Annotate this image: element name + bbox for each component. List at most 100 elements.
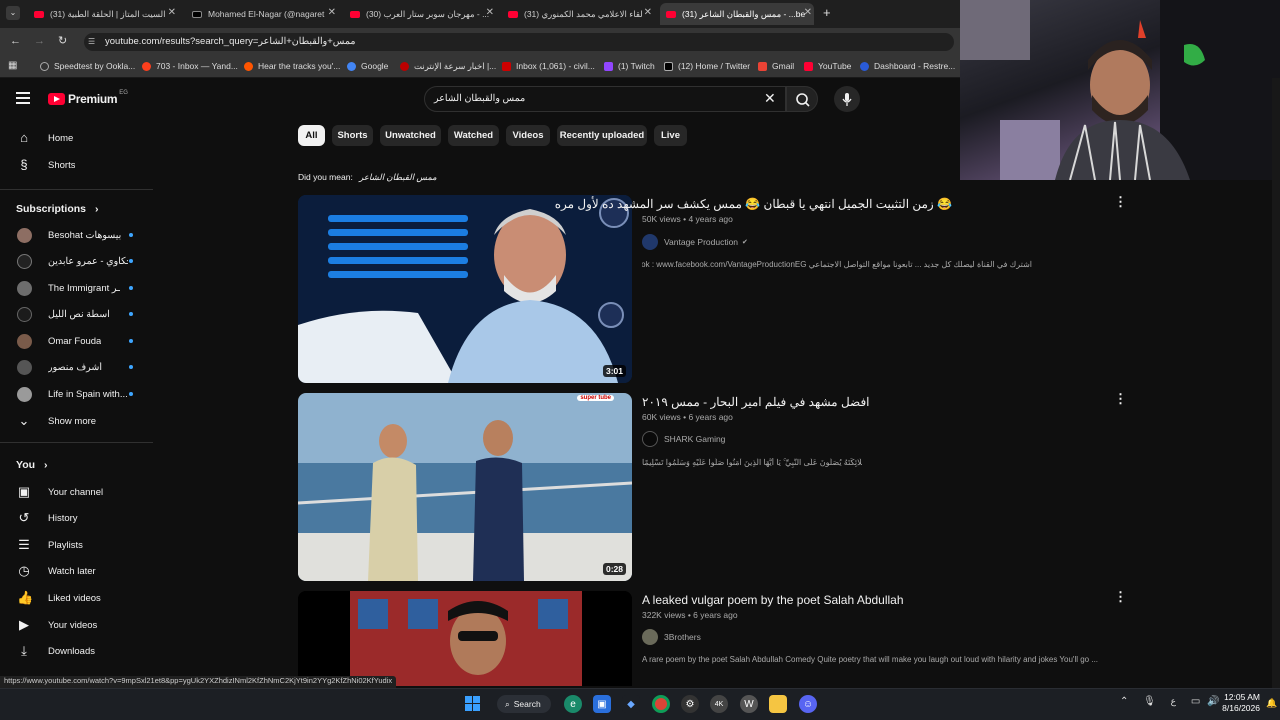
discord-icon[interactable]: ☺ <box>799 695 817 713</box>
chip-unwatched[interactable]: Unwatched <box>380 125 441 146</box>
chip-videos[interactable]: Videos <box>506 125 550 146</box>
webcam-overlay <box>960 0 1280 180</box>
spelling-suggestion-link[interactable]: ممس القبطان الشاعر <box>359 172 437 182</box>
video-title[interactable]: 😂 زمن التثبيت الجميل انتهي يا قبطان 😂 مم… <box>555 197 952 211</box>
chip-shorts[interactable]: Shorts <box>332 125 373 146</box>
notifications-icon[interactable]: 🔔 <box>1266 698 1277 709</box>
voice-search-button[interactable] <box>834 86 860 112</box>
close-icon[interactable]: ✕ <box>804 7 812 18</box>
search-query[interactable]: ممس والقبطان الشاعر <box>434 93 525 104</box>
sidebar-item-liked-videos[interactable]: 👍 Liked videos <box>0 585 150 611</box>
app-icon[interactable]: W <box>740 695 758 713</box>
new-tab-button[interactable]: + <box>823 5 831 20</box>
chip-live[interactable]: Live <box>654 125 687 146</box>
sidebar-subscription[interactable]: Life in Spain with... <box>0 381 150 407</box>
channel-link[interactable]: Vantage Production ✔ <box>642 234 748 250</box>
close-icon[interactable]: ✕ <box>486 7 494 18</box>
page-scrollbar[interactable] <box>1272 78 1280 688</box>
bookmark[interactable]: Google <box>347 61 388 71</box>
sidebar-divider <box>0 442 153 443</box>
video-thumbnail[interactable]: super tube 0:28 <box>298 393 632 581</box>
windows-taskbar <box>0 688 1280 720</box>
channel-link[interactable]: SHARK Gaming <box>642 431 725 447</box>
sidebar-subscription[interactable]: Besohat بيسوهات <box>0 222 150 248</box>
sidebar-subscription[interactable]: Omar Fouda <box>0 328 150 354</box>
windows-start-icon[interactable] <box>465 696 481 712</box>
browser-tab[interactable]: (30) مهرجان سوبر ستار العرب - ... ✕ <box>344 3 496 25</box>
bookmark[interactable]: Hear the tracks you'... <box>244 61 340 71</box>
reload-icon[interactable]: ↻ <box>58 34 67 47</box>
video-title[interactable]: A leaked vulgar poem by the poet Salah A… <box>642 593 904 607</box>
show-more-button[interactable]: ⌄ Show more <box>0 408 150 434</box>
sidebar-item-home[interactable]: ⌂ Home <box>0 125 150 151</box>
video-title[interactable]: افضل مشهد في فيلم امير البحار - ممس ٢٠١٩ <box>642 395 870 409</box>
chip-watched[interactable]: Watched <box>448 125 499 146</box>
menu-icon[interactable] <box>16 92 30 104</box>
app-icon[interactable]: ⚙ <box>681 695 699 713</box>
you-heading[interactable]: You › <box>16 459 47 471</box>
bookmark[interactable]: (12) Home / Twitter <box>664 61 750 71</box>
video-thumbnail[interactable] <box>298 591 632 686</box>
video-thumbnail[interactable]: 3:01 <box>298 195 632 383</box>
bookmark[interactable]: Inbox (1,061) - civil... <box>502 61 595 71</box>
sidebar-item-shorts[interactable]: § Shorts <box>0 152 150 178</box>
youtube-play-icon <box>48 93 65 105</box>
google-icon <box>347 61 356 71</box>
close-icon[interactable]: ✕ <box>328 7 336 18</box>
close-icon[interactable]: ✕ <box>168 7 176 18</box>
site-info-icon[interactable]: ☰ <box>88 37 95 46</box>
sidebar-item-your-channel[interactable]: ▣ Your channel <box>0 479 150 505</box>
bookmark[interactable]: Speedtest by Ookla... <box>40 61 135 71</box>
back-icon[interactable]: ← <box>10 35 21 47</box>
browser-tab-active[interactable]: (31) ممس والقبطان الشاعر - ...be ✕ <box>660 3 814 25</box>
url-text[interactable]: youtube.com/results?search_query=ممس+وال… <box>105 36 355 47</box>
app-icon[interactable]: ▣ <box>593 695 611 713</box>
sidebar-item-history[interactable]: ↺ History <box>0 505 150 531</box>
video-duration: 3:01 <box>602 365 626 377</box>
bookmark[interactable]: 703 - Inbox — Yand... <box>142 61 238 71</box>
browser-tab[interactable]: (31) لقاء الاعلامي محمد الكمنوري ✕ <box>502 3 654 25</box>
avatar <box>17 280 32 296</box>
close-icon[interactable]: ✕ <box>644 7 652 18</box>
app-icon[interactable]: 4K <box>710 695 728 713</box>
bookmark[interactable]: (1) Twitch <box>604 61 655 71</box>
sidebar-item-downloads[interactable]: ⤓ Downloads <box>0 638 150 664</box>
chevron-right-icon: › <box>94 203 99 215</box>
system-tray[interactable]: ⌃ 🎙 ع ▭ 🔊 <box>1120 696 1220 707</box>
streamer-silhouette <box>960 0 1280 180</box>
clock[interactable]: 12:05 AM 8/16/2026 <box>1222 692 1260 714</box>
taskbar-search[interactable]: ⌕ Search <box>497 695 551 713</box>
sidebar-item-playlists[interactable]: ☰ Playlists <box>0 532 150 558</box>
apps-icon[interactable]: ▦ <box>8 60 17 71</box>
forward-icon[interactable]: → <box>34 35 45 47</box>
sidebar-subscription[interactable]: أشرف منصور <box>0 354 150 380</box>
sidebar-subscription[interactable]: حكاوي - عمرو عابدين <box>0 248 150 274</box>
more-actions-icon[interactable]: ⋮ <box>1114 589 1127 605</box>
bookmark[interactable]: Dashboard - Restre... <box>860 61 955 71</box>
sidebar-item-watch-later[interactable]: ◷ Watch later <box>0 558 150 584</box>
sidebar-item-your-videos[interactable]: ▶ Your videos <box>0 612 150 638</box>
browser-tab[interactable]: Mohamed El-Nagar (@nagaret ✕ <box>186 3 338 25</box>
clear-search-icon[interactable]: ✕ <box>764 90 776 107</box>
youtube-icon <box>666 10 676 18</box>
bookmark[interactable]: Gmail <box>758 61 794 71</box>
bookmark[interactable]: YouTube <box>804 61 851 71</box>
bookmark[interactable]: اخبار سرعة الإنترنت |... <box>400 61 496 72</box>
chrome-icon[interactable] <box>652 695 670 713</box>
app-icon[interactable]: ◆ <box>622 695 640 713</box>
channel-link[interactable]: 3Brothers <box>642 629 701 645</box>
youtube-logo[interactable]: Premium EG <box>48 90 128 106</box>
avatar <box>17 306 32 322</box>
more-actions-icon[interactable]: ⋮ <box>1114 391 1127 407</box>
tab-search-icon[interactable]: ⌄ <box>6 6 20 20</box>
browser-tab[interactable]: (31) السيت المتاز | الحلقة الطبية ✕ <box>28 3 178 25</box>
sidebar-subscription[interactable]: The Immigrant ـر <box>0 275 150 301</box>
subscriptions-heading[interactable]: Subscriptions › <box>16 203 98 215</box>
edge-icon[interactable]: e <box>564 695 582 713</box>
folder-icon[interactable] <box>769 695 787 713</box>
sidebar-subscription[interactable]: اسطة نص الليل <box>0 301 150 327</box>
search-button[interactable] <box>786 86 818 112</box>
chip-all[interactable]: All <box>298 125 325 146</box>
more-actions-icon[interactable]: ⋮ <box>1114 194 1127 210</box>
chip-recently-uploaded[interactable]: Recently uploaded <box>557 125 647 146</box>
